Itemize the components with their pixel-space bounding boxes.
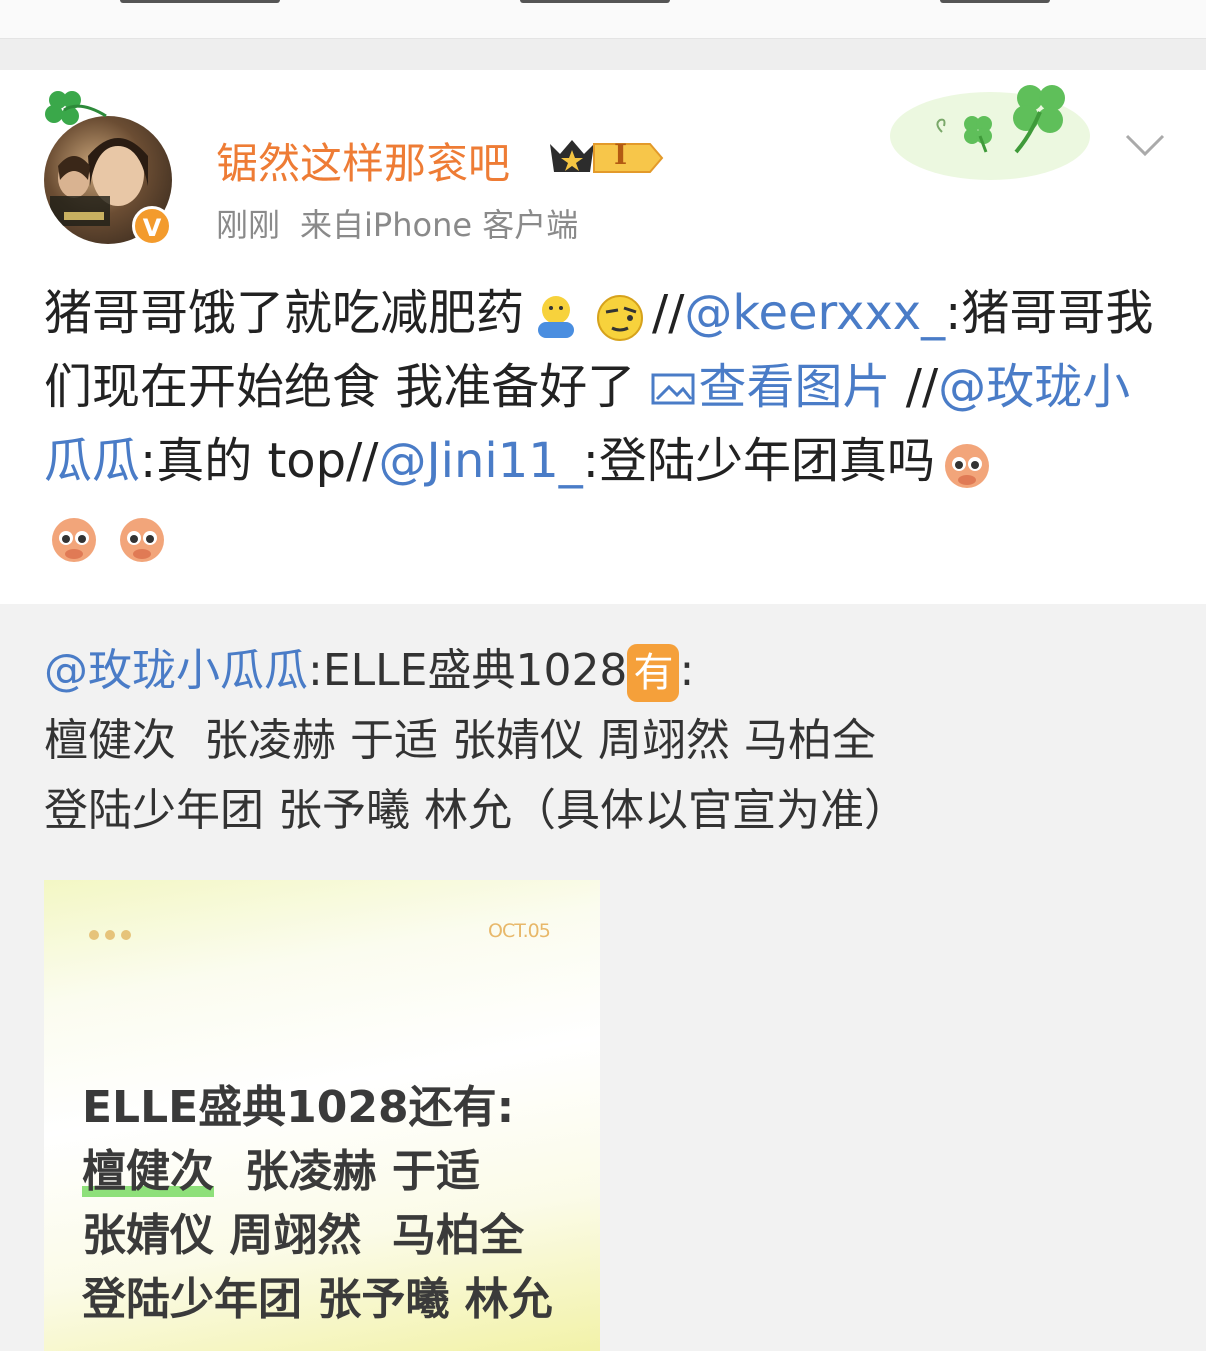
post-meta: 刚刚 来自iPhone 客户端 bbox=[216, 200, 578, 246]
chevron-down-icon[interactable] bbox=[1124, 132, 1166, 162]
repost-text-line: 登陆少年团 张予曦 林允（具体以官宣为准） bbox=[44, 785, 908, 836]
top-nav-strip bbox=[0, 0, 1206, 39]
nav-tab-stub[interactable] bbox=[940, 0, 1050, 3]
view-image-label: 查看图片 bbox=[698, 359, 891, 415]
image-date: OCT.05 bbox=[488, 920, 551, 942]
image-text: ELLE盛典1028还有: 檀健次 张凌赫 于适 张婧仪 周翊然 马柏全 登陆少… bbox=[82, 1076, 553, 1332]
username[interactable]: 锯然这样那衮吧 bbox=[216, 130, 510, 191]
image-text-segment: 张凌赫 于适 bbox=[214, 1146, 480, 1197]
clover-icon bbox=[40, 86, 110, 150]
post-source[interactable]: 来自iPhone 客户端 bbox=[300, 206, 578, 244]
post-text-segment: :真的 top// bbox=[140, 433, 379, 489]
vip-level: I bbox=[614, 138, 628, 171]
repost-text-line: 檀健次 张凌赫 于适 张婧仪 周翊然 马柏全 bbox=[44, 715, 876, 766]
image-text-line: 檀健次 张凌赫 于适 bbox=[82, 1140, 553, 1204]
verified-icon: V bbox=[132, 206, 172, 246]
you-badge: 有 bbox=[627, 644, 680, 702]
post-text-segment: 猪哥哥饿了就吃减肥药 bbox=[44, 285, 525, 341]
emoji-icon bbox=[52, 518, 96, 562]
post-text-segment: :登陆少年团真吗 bbox=[582, 433, 935, 489]
repost-text-segment: : bbox=[679, 645, 695, 696]
emoji-icon bbox=[944, 444, 989, 488]
image-text-line: 登陆少年团 张予曦 林允 bbox=[82, 1274, 553, 1325]
view-image-link[interactable]: 查看图片 bbox=[651, 359, 891, 415]
vip-crown-icon[interactable]: I bbox=[546, 136, 666, 184]
image-text-line: ELLE盛典1028还有: bbox=[82, 1082, 515, 1133]
post-time: 刚刚 bbox=[216, 206, 281, 244]
separator: // bbox=[652, 285, 685, 341]
emoji-icon bbox=[120, 518, 164, 562]
nav-tab-stub[interactable] bbox=[120, 0, 280, 3]
repost-image[interactable]: OCT.05 ELLE盛典1028还有: 檀健次 张凌赫 于适 张婧仪 周翊然 … bbox=[44, 880, 600, 1351]
emoji-icon bbox=[538, 296, 575, 338]
repost-text: @玫珑小瓜瓜:ELLE盛典1028 有: 檀健次 张凌赫 于适 张婧仪 周翊然 马… bbox=[44, 636, 1164, 846]
clover-icon bbox=[880, 76, 1090, 190]
image-text-line: 张婧仪 周翊然 马柏全 bbox=[82, 1210, 524, 1261]
mention-link[interactable]: @keerxxx_ bbox=[684, 285, 945, 341]
mention-link[interactable]: @玫珑小瓜瓜 bbox=[44, 645, 308, 696]
post-body: 猪哥哥饿了就吃减肥药//@keerxxx_:猪哥哥我们现在开始绝食 我准备好了 … bbox=[44, 276, 1164, 572]
image-icon bbox=[651, 373, 695, 405]
mention-link[interactable]: @Jini11_ bbox=[378, 433, 582, 489]
repost-text-segment: :ELLE盛典1028 bbox=[308, 645, 628, 696]
image-highlight: 檀健次 bbox=[82, 1146, 214, 1197]
dots-icon bbox=[88, 926, 132, 945]
separator: // bbox=[890, 359, 939, 415]
nav-tab-stub[interactable] bbox=[520, 0, 670, 3]
emoji-icon bbox=[597, 295, 644, 341]
